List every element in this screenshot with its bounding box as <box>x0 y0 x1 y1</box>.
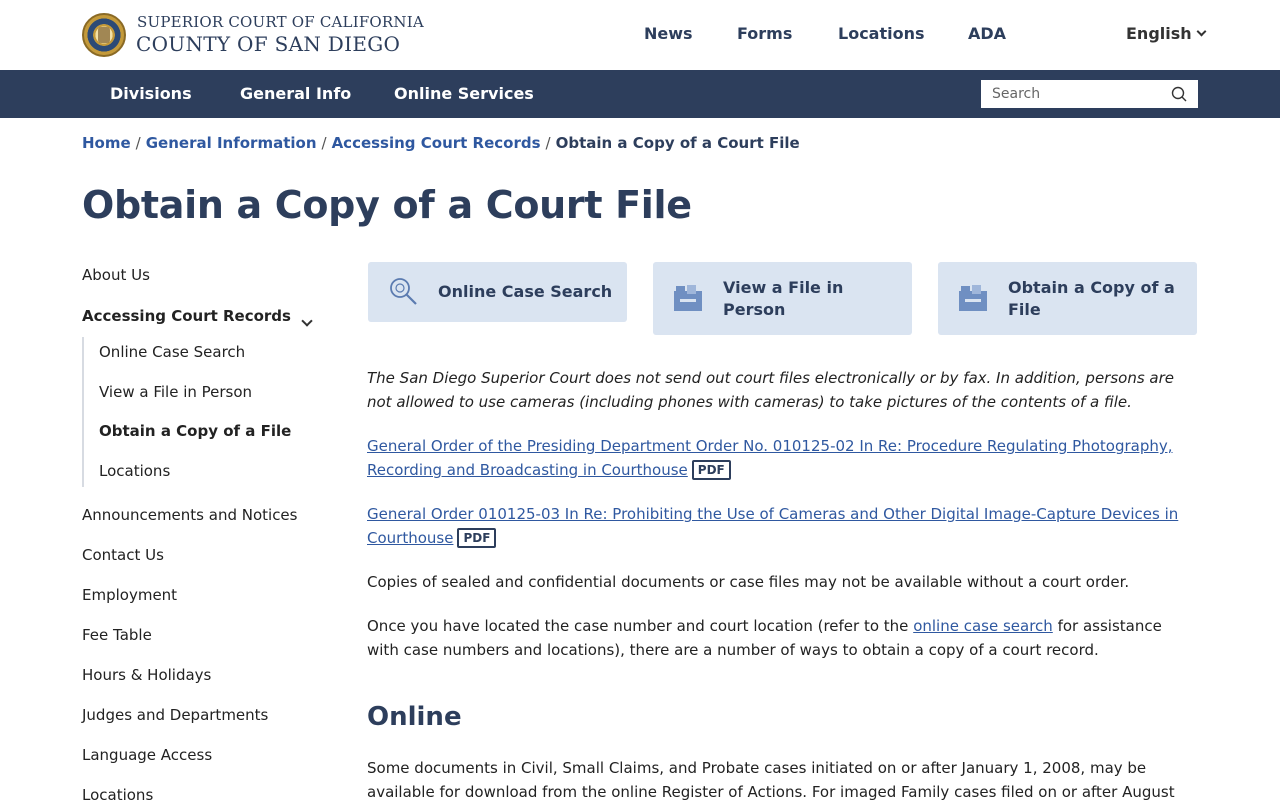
chevron-down-icon[interactable] <box>301 315 313 327</box>
breadcrumb-current: Obtain a Copy of a Court File <box>555 134 800 152</box>
court-seal-icon[interactable] <box>82 13 126 57</box>
nav-link-ada[interactable]: ADA <box>968 24 1006 43</box>
sidebar-item-accessing-court-records[interactable]: Accessing Court Records <box>82 307 291 325</box>
online-paragraph: Some documents in Civil, Small Claims, a… <box>367 759 1175 800</box>
breadcrumb: Home / General Information / Accessing Court… <box>82 134 800 152</box>
sealed-notice: Copies of sealed and confidential docume… <box>367 573 1130 591</box>
language-selector[interactable]: English <box>1126 24 1207 43</box>
sidebar-item-fee-table[interactable]: Fee Table <box>82 626 152 644</box>
brand-main-line[interactable]: COUNTY OF SAN DIEGO <box>136 32 400 56</box>
sidebar-item-locations[interactable]: Locations <box>82 786 153 800</box>
camera-notice: The San Diego Superior Court does not se… <box>367 369 1175 411</box>
file-box-icon <box>959 285 987 311</box>
breadcrumb-separator: / <box>545 134 551 152</box>
card-label: Online Case Search <box>438 282 613 301</box>
nav-link-forms[interactable]: Forms <box>737 24 792 43</box>
section-heading-online: Online <box>367 702 462 732</box>
nav-online-services[interactable]: Online Services <box>394 84 534 103</box>
sidebar-subitem-online-case-search[interactable]: Online Case Search <box>99 343 245 361</box>
language-label: English <box>1126 24 1192 43</box>
card-obtain-copy[interactable]: Obtain a Copy of a File <box>938 262 1197 335</box>
card-label-line1: View a File in <box>723 278 844 297</box>
sidebar-item-hours-holidays[interactable]: Hours & Holidays <box>82 666 211 684</box>
sidebar-subnav-rule <box>82 337 84 487</box>
nav-link-locations[interactable]: Locations <box>838 24 925 43</box>
pdf-badge[interactable]: PDF <box>457 528 497 548</box>
sidebar-item-language-access[interactable]: Language Access <box>82 746 212 764</box>
located-paragraph: Once you have located the case number an… <box>367 614 1197 662</box>
card-view-file-in-person[interactable]: View a File in Person <box>653 262 912 335</box>
breadcrumb-separator: / <box>321 134 327 152</box>
site-header: SUPERIOR COURT OF CALIFORNIA COUNTY OF S… <box>0 0 1280 70</box>
card-label-line1: Obtain a Copy of a <box>1008 278 1175 297</box>
nav-divisions[interactable]: Divisions <box>110 84 192 103</box>
breadcrumb-separator: / <box>135 134 141 152</box>
sidebar-subitem-obtain-copy[interactable]: Obtain a Copy of a File <box>99 422 291 440</box>
card-label: Obtain a Copy of a File <box>1008 277 1175 321</box>
order1-paragraph: General Order of the Presiding Departmen… <box>367 434 1197 482</box>
sidebar-item-contact[interactable]: Contact Us <box>82 546 164 564</box>
search-input[interactable] <box>981 80 1161 108</box>
sidebar-subitem-view-file[interactable]: View a File in Person <box>99 383 252 401</box>
brand-top-line[interactable]: SUPERIOR COURT OF CALIFORNIA <box>137 13 424 31</box>
located-text-pre: Once you have located the case number an… <box>367 617 914 635</box>
breadcrumb-general-information[interactable]: General Information <box>146 134 317 152</box>
card-label: View a File in Person <box>723 277 843 321</box>
card-online-case-search[interactable]: Online Case Search <box>368 262 627 322</box>
file-box-icon <box>674 285 702 311</box>
card-label-line2: Person <box>723 300 786 319</box>
sidebar-item-about[interactable]: About Us <box>82 266 150 284</box>
search-icon[interactable] <box>1171 86 1187 102</box>
nav-general-info[interactable]: General Info <box>240 84 351 103</box>
breadcrumb-accessing-court-records[interactable]: Accessing Court Records <box>332 134 541 152</box>
search-box <box>981 80 1198 108</box>
chevron-down-icon <box>1196 26 1207 37</box>
order2-paragraph: General Order 010125-03 In Re: Prohibiti… <box>367 502 1197 550</box>
main-nav: Divisions General Info Online Services <box>0 70 1280 118</box>
pdf-badge[interactable]: PDF <box>691 460 731 480</box>
sidebar-subitem-locations[interactable]: Locations <box>99 462 170 480</box>
online-case-search-link[interactable]: online case search <box>913 617 1053 635</box>
sidebar-item-announcements[interactable]: Announcements and Notices <box>82 506 297 524</box>
page-title: Obtain a Copy of a Court File <box>82 183 692 227</box>
order1-link[interactable]: General Order of the Presiding Departmen… <box>367 437 1173 479</box>
sidebar-item-employment[interactable]: Employment <box>82 586 177 604</box>
card-label-line2: File <box>1008 300 1041 319</box>
magnifier-icon <box>390 278 417 305</box>
sidebar-item-judges[interactable]: Judges and Departments <box>82 706 268 724</box>
breadcrumb-home[interactable]: Home <box>82 134 131 152</box>
nav-link-news[interactable]: News <box>644 24 693 43</box>
